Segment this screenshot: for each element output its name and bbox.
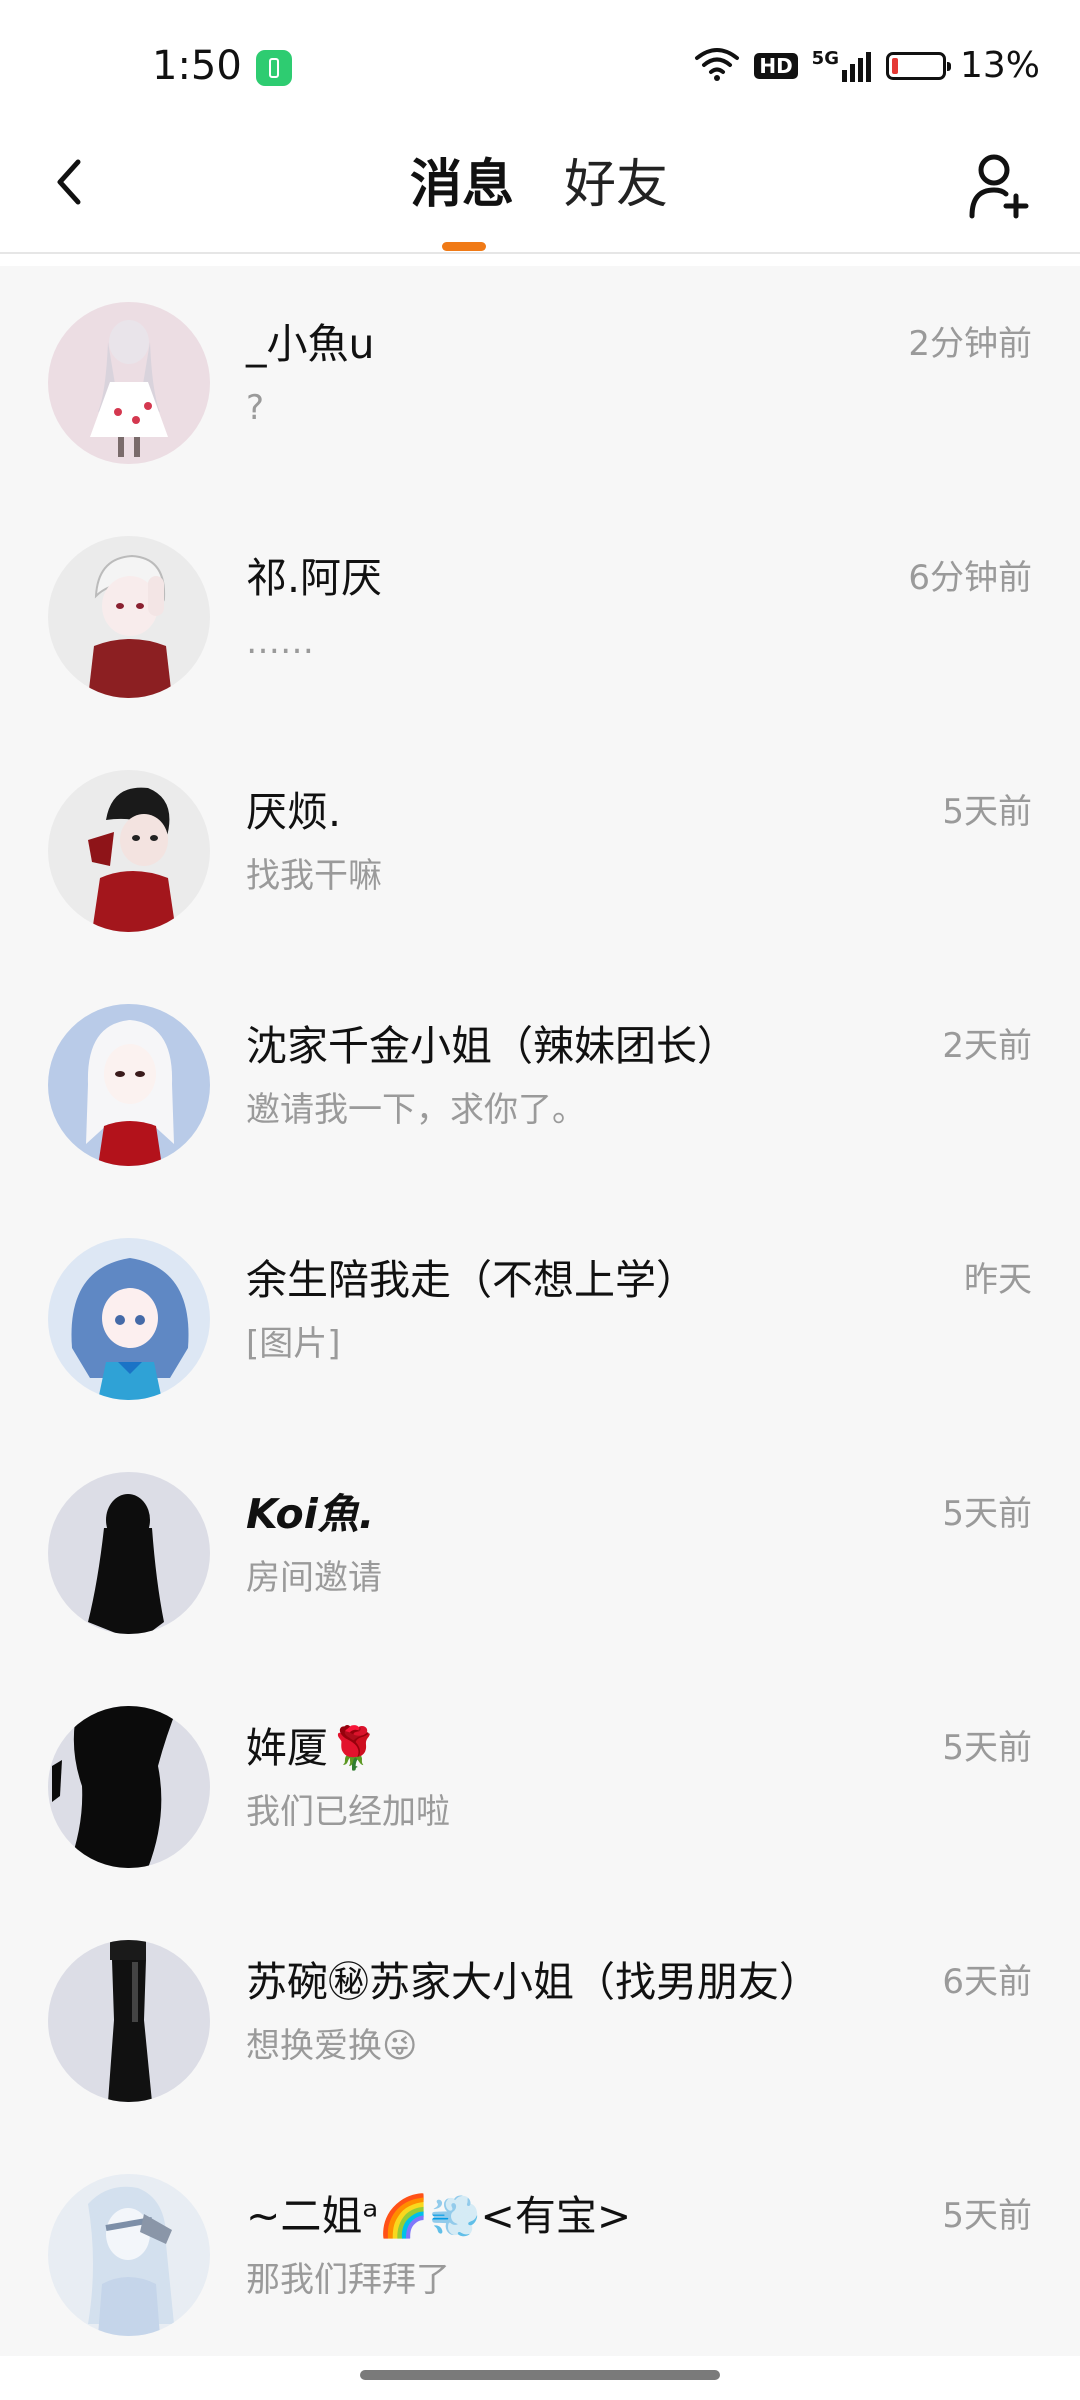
contact-name: _小魚u [246, 320, 375, 368]
message-time: 6分钟前 [908, 558, 1032, 598]
contact-name: 沈家千金小姐（辣妹团长） [246, 1022, 738, 1070]
avatar[interactable] [48, 302, 210, 464]
avatar[interactable] [48, 1238, 210, 1400]
message-time: 5天前 [942, 2196, 1032, 2236]
conversation-row[interactable]: 沈家千金小姐（辣妹团长） 邀请我一下，求你了。 2天前 [0, 968, 1080, 1202]
contact-name-text: Koi魚. [246, 1490, 375, 1538]
contact-name: 姩厦🌹 [246, 1724, 380, 1772]
avatar[interactable] [48, 1706, 210, 1868]
message-preview: …… [246, 622, 314, 662]
tab-bar: 消息 好友 [410, 150, 668, 251]
avatar[interactable] [48, 2174, 210, 2336]
message-preview: 想换爱换😜 [246, 2026, 418, 2066]
back-button[interactable] [40, 152, 100, 212]
message-time: 昨天 [964, 1260, 1032, 1300]
header: 消息 好友 [0, 130, 1080, 254]
conversation-row[interactable]: Koi魚. 房间邀请 5天前 [0, 1436, 1080, 1670]
avatar[interactable] [48, 1004, 210, 1166]
battery-icon [885, 52, 951, 80]
battery-saver-icon [256, 50, 292, 86]
avatar[interactable] [48, 1472, 210, 1634]
message-time: 6天前 [942, 1962, 1032, 2002]
message-preview: 房间邀请 [246, 1558, 382, 1598]
network-type: 5G [811, 48, 839, 69]
status-time: 1:50 [152, 43, 242, 89]
conversation-row[interactable]: 姩厦🌹 我们已经加啦 5天前 [0, 1670, 1080, 1904]
tab-messages-label: 消息 [410, 155, 515, 215]
message-preview: 邀请我一下，求你了。 [246, 1090, 586, 1130]
add-user-icon [969, 154, 1029, 219]
conversation-row[interactable]: 厌烦. 找我干嘛 5天前 [0, 734, 1080, 968]
message-preview: ? [246, 388, 265, 428]
avatar[interactable] [48, 536, 210, 698]
battery-percent: 13% [959, 45, 1040, 86]
wifi-icon [694, 46, 740, 86]
signal-icon: 5G [812, 50, 872, 82]
conversation-row[interactable]: 余生陪我走（不想上学） [图片] 昨天 [0, 1202, 1080, 1436]
avatar[interactable] [48, 1940, 210, 2102]
contact-name: 祁.阿厌 [246, 554, 383, 602]
contact-name: ~二姐ᵃ🌈💨<有宝> [246, 2192, 632, 2240]
message-preview: [图片] [246, 1324, 341, 1364]
home-indicator[interactable] [360, 2370, 720, 2380]
message-time: 5天前 [942, 792, 1032, 832]
message-time: 5天前 [942, 1728, 1032, 1768]
contact-name: 厌烦. [246, 788, 342, 836]
hd-icon: HD [754, 53, 798, 79]
tab-friends[interactable]: 好友 [564, 150, 668, 220]
conversation-row[interactable]: 苏碗㊙苏家大小姐（找男朋友） 想换爱换😜 6天前 [0, 1904, 1080, 2138]
status-bar: 1:50 HD 5G 13% [0, 0, 1080, 130]
conversation-row[interactable]: ~二姐ᵃ🌈💨<有宝> 那我们拜拜了 5天前 [0, 2138, 1080, 2372]
message-preview: 那我们拜拜了 [246, 2260, 450, 2300]
status-icons: HD 5G 13% [694, 42, 1040, 90]
conversation-row[interactable]: 祁.阿厌 …… 6分钟前 [0, 500, 1080, 734]
conversation-list[interactable]: _小魚u ? 2分钟前 祁.阿厌 …… 6分钟前 厌烦. 找我干嘛 5天前 沈家… [0, 266, 1080, 2356]
tab-friends-label: 好友 [564, 155, 669, 215]
conversation-row[interactable]: _小魚u ? 2分钟前 [0, 266, 1080, 500]
message-time: 2分钟前 [908, 324, 1032, 364]
message-time: 2天前 [942, 1026, 1032, 1066]
add-friend-button[interactable] [960, 146, 1040, 226]
chevron-left-icon [57, 159, 81, 205]
contact-name: Koi魚. [246, 1486, 374, 1542]
active-tab-indicator [442, 242, 486, 251]
battery-level [891, 58, 898, 74]
message-preview: 我们已经加啦 [246, 1792, 450, 1832]
contact-name: 余生陪我走（不想上学） [246, 1256, 697, 1304]
tab-messages[interactable]: 消息 [410, 150, 515, 251]
message-time: 5天前 [942, 1494, 1032, 1534]
message-preview: 找我干嘛 [246, 856, 382, 896]
avatar[interactable] [48, 770, 210, 932]
contact-name: 苏碗㊙苏家大小姐（找男朋友） [246, 1958, 820, 2006]
